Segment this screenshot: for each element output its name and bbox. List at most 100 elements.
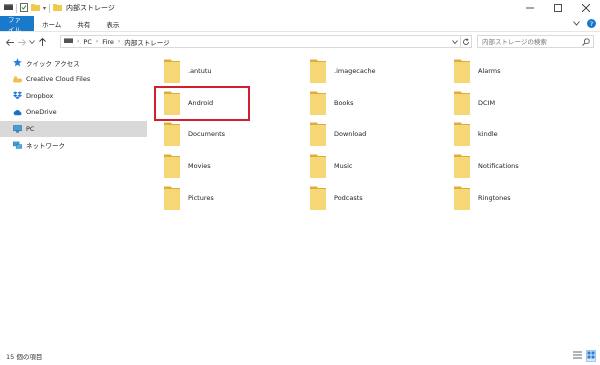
sidebar-item-creative-cloud[interactable]: Creative Cloud Files bbox=[0, 72, 147, 88]
dropbox-icon bbox=[13, 91, 22, 100]
folder-item[interactable]: .antutu bbox=[164, 58, 212, 84]
status-bar: 15 個の項目 bbox=[0, 349, 600, 363]
tab-home[interactable]: ホーム bbox=[34, 16, 69, 31]
window-title: 内部ストレージ bbox=[66, 4, 115, 12]
ribbon-right: ? bbox=[573, 18, 596, 30]
folder-name: .imagecache bbox=[334, 67, 376, 75]
qa-separator bbox=[16, 3, 17, 13]
refresh-button[interactable] bbox=[460, 36, 471, 47]
folder-icon bbox=[454, 91, 470, 115]
maximize-button[interactable] bbox=[544, 0, 572, 16]
folder-item[interactable]: Notifications bbox=[454, 153, 519, 179]
ribbon-tabs: ファイル ホーム 共有 表示 ? bbox=[0, 16, 600, 34]
folder-name: Music bbox=[334, 162, 353, 170]
folder-icon bbox=[310, 59, 326, 83]
up-button[interactable] bbox=[36, 35, 48, 49]
address-bar-actions bbox=[449, 36, 471, 47]
properties-icon[interactable] bbox=[20, 2, 28, 14]
folder-icon bbox=[454, 186, 470, 210]
folder-name: Download bbox=[334, 130, 367, 138]
sidebar-item-label: PC bbox=[26, 124, 35, 133]
search-icon[interactable] bbox=[582, 38, 590, 48]
breadcrumb-fire[interactable]: Fire bbox=[102, 38, 114, 46]
sidebar-item-quick-access[interactable]: クイック アクセス bbox=[0, 55, 147, 71]
help-icon[interactable]: ? bbox=[587, 18, 596, 30]
breadcrumb-separator: › bbox=[117, 38, 121, 45]
title-bar: ▾ 内部ストレージ bbox=[0, 0, 600, 16]
sidebar-item-label: ネットワーク bbox=[26, 142, 65, 151]
folder-item[interactable]: Pictures bbox=[164, 185, 214, 211]
folder-item[interactable]: Download bbox=[310, 121, 366, 147]
sidebar-item-onedrive[interactable]: OneDrive bbox=[0, 105, 147, 121]
folder-icon bbox=[164, 154, 180, 178]
minimize-button[interactable] bbox=[516, 0, 544, 16]
breadcrumb-internal-storage[interactable]: 内部ストレージ bbox=[124, 37, 169, 47]
recent-locations-button[interactable] bbox=[28, 35, 36, 49]
back-button[interactable] bbox=[4, 35, 16, 49]
folder-icon bbox=[310, 186, 326, 210]
folder-name: Alarms bbox=[478, 67, 501, 75]
folder-name: Podcasts bbox=[334, 194, 363, 202]
address-dropdown-button[interactable] bbox=[449, 36, 460, 47]
window-menu-icon[interactable] bbox=[4, 3, 13, 13]
title-folder-icon bbox=[53, 3, 63, 13]
customize-toolbar-icon[interactable]: ▾ bbox=[43, 5, 46, 12]
sidebar-item-label: OneDrive bbox=[26, 108, 57, 117]
folder-name: Notifications bbox=[478, 162, 519, 170]
qa-separator bbox=[49, 3, 51, 13]
new-folder-icon[interactable] bbox=[31, 3, 40, 13]
svg-text:?: ? bbox=[590, 20, 593, 28]
sidebar-item-pc[interactable]: PC bbox=[0, 121, 147, 137]
creative-cloud-icon bbox=[13, 75, 22, 84]
folder-item[interactable]: Ringtones bbox=[454, 185, 511, 211]
window-controls bbox=[516, 0, 600, 16]
folder-item[interactable]: Music bbox=[310, 153, 353, 179]
close-button[interactable] bbox=[572, 0, 600, 16]
expand-ribbon-icon[interactable] bbox=[573, 20, 580, 28]
search-box[interactable] bbox=[477, 35, 594, 48]
forward-button[interactable] bbox=[16, 35, 28, 49]
navigation-bar: › PC › Fire › 内部ストレージ bbox=[0, 33, 600, 51]
folder-icon bbox=[454, 122, 470, 146]
folder-icon bbox=[310, 122, 326, 146]
folder-name: Documents bbox=[188, 130, 226, 138]
folder-icon bbox=[164, 59, 180, 83]
folder-item[interactable]: .imagecache bbox=[310, 58, 376, 84]
sidebar-item-network[interactable]: ネットワーク bbox=[0, 138, 147, 154]
breadcrumb-separator: › bbox=[95, 38, 99, 45]
file-view: .antutu .imagecache Alarms Android Books… bbox=[150, 53, 600, 343]
network-icon bbox=[13, 141, 22, 150]
folder-icon bbox=[310, 154, 326, 178]
folder-item[interactable]: kindle bbox=[454, 121, 498, 147]
folder-item[interactable]: DCIM bbox=[454, 90, 495, 116]
navigation-pane: クイック アクセス Creative Cloud Files Dropbox O… bbox=[0, 53, 147, 343]
search-input[interactable] bbox=[482, 37, 582, 46]
folder-item[interactable]: Books bbox=[310, 90, 354, 116]
folder-name: Books bbox=[334, 99, 354, 107]
folder-icon bbox=[454, 154, 470, 178]
address-bar[interactable]: › PC › Fire › 内部ストレージ bbox=[60, 35, 472, 48]
breadcrumb-separator: › bbox=[77, 38, 80, 45]
folder-icon bbox=[164, 122, 180, 146]
tab-file[interactable]: ファイル bbox=[0, 16, 34, 34]
folder-name: Pictures bbox=[188, 194, 214, 202]
folder-name: .antutu bbox=[188, 67, 212, 75]
sidebar-item-dropbox[interactable]: Dropbox bbox=[0, 88, 147, 104]
breadcrumb-pc[interactable]: PC bbox=[83, 38, 91, 46]
item-count: 15 個の項目 bbox=[6, 353, 43, 361]
details-view-icon[interactable] bbox=[573, 351, 582, 361]
tab-share[interactable]: 共有 bbox=[69, 16, 98, 31]
folder-name: Movies bbox=[188, 162, 211, 170]
sidebar-item-label: クイック アクセス bbox=[26, 59, 80, 68]
large-icons-view-icon[interactable] bbox=[586, 350, 596, 362]
sidebar-item-label: Creative Cloud Files bbox=[26, 75, 91, 84]
star-icon bbox=[13, 58, 22, 67]
folder-item[interactable]: Documents bbox=[164, 121, 225, 147]
tab-view[interactable]: 表示 bbox=[98, 16, 127, 31]
folder-name: Ringtones bbox=[478, 194, 511, 202]
folder-item[interactable]: Alarms bbox=[454, 58, 501, 84]
folder-item[interactable]: Podcasts bbox=[310, 185, 363, 211]
pc-location-icon bbox=[64, 37, 73, 46]
view-toggle bbox=[573, 349, 596, 363]
folder-item[interactable]: Movies bbox=[164, 153, 211, 179]
